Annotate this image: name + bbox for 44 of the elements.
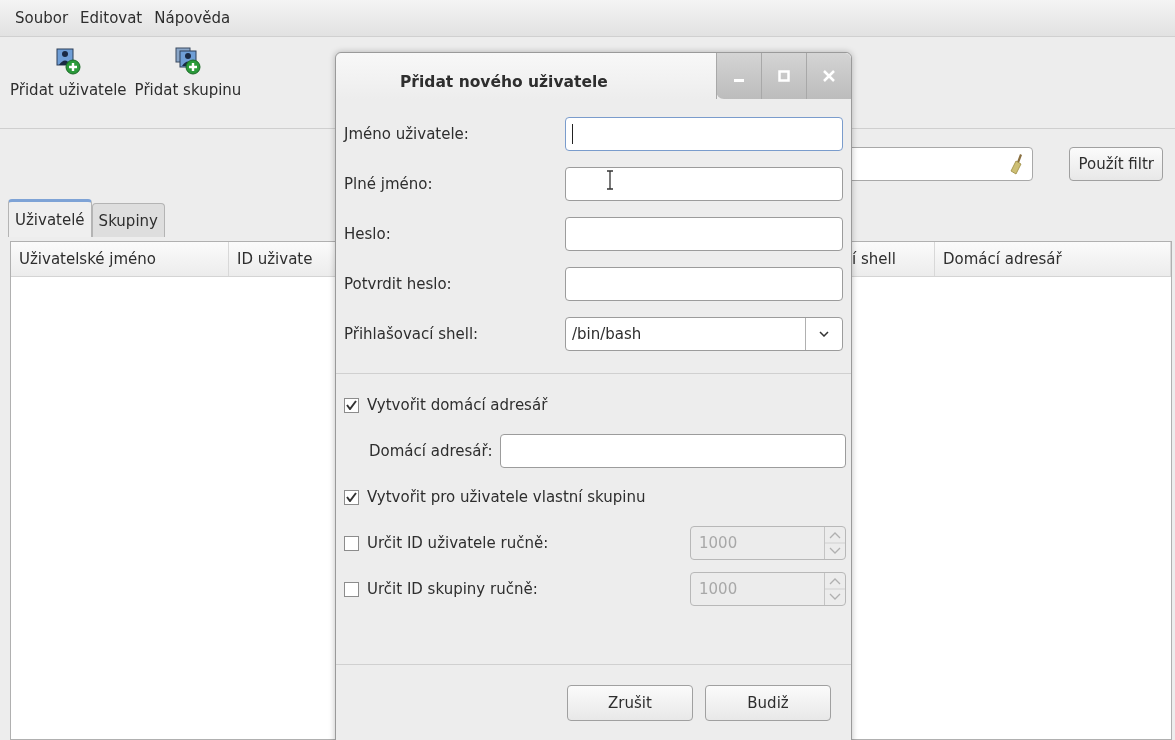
close-icon: [823, 70, 835, 82]
apply-filter-button[interactable]: Použít filtr: [1069, 147, 1163, 181]
menu-item[interactable]: Editovat: [75, 9, 148, 27]
chevron-down-icon: [819, 331, 829, 337]
checkbox-label: Vytvořit domácí adresář: [367, 396, 548, 414]
toolbar-button[interactable]: Přidat skupinu: [134, 47, 242, 99]
column-header[interactable]: Uživatelské jméno: [11, 242, 229, 276]
user-add-icon: [55, 47, 82, 75]
group-add-icon: [174, 47, 201, 75]
text-field[interactable]: [565, 267, 843, 301]
toolbar-button[interactable]: Přidat uživatele: [10, 47, 127, 99]
text-field[interactable]: [565, 117, 843, 151]
column-header[interactable]: Domácí adresář: [935, 242, 1171, 276]
field-label: Potvrdit heslo:: [344, 275, 452, 293]
text-field[interactable]: [500, 434, 846, 468]
text-field[interactable]: [565, 167, 843, 201]
spin-arrows-icon: [824, 527, 845, 559]
maximize-icon: [778, 70, 790, 82]
checkmark-icon: [346, 492, 357, 502]
dialog-button[interactable]: Zrušit: [567, 685, 693, 721]
field-label: Přihlašovací shell:: [344, 325, 479, 343]
broom-icon: [1010, 153, 1025, 175]
dialog-button[interactable]: Budiž: [705, 685, 831, 721]
tab[interactable]: Uživatelé: [8, 199, 92, 237]
checkbox-label: Určit ID uživatele ručně:: [367, 534, 549, 552]
checkbox-label: Vytvořit pro uživatele vlastní skupinu: [367, 488, 646, 506]
shell-select[interactable]: /bin/bash: [565, 317, 843, 351]
checkbox[interactable]: [344, 397, 359, 413]
text-field[interactable]: [565, 217, 843, 251]
field-label: Jméno uživatele:: [344, 125, 469, 143]
minimize-icon: [734, 79, 744, 82]
checkmark-icon: [346, 400, 357, 410]
tab[interactable]: Skupiny: [91, 203, 165, 237]
field-label: Plné jméno:: [344, 175, 433, 193]
field-label: Heslo:: [344, 225, 391, 243]
dialog-title: Přidat nového uživatele: [400, 73, 608, 91]
menu-item[interactable]: Soubor: [10, 9, 74, 27]
text-cursor-icon: [606, 170, 614, 190]
field-label: Domácí adresář:: [369, 442, 493, 460]
checkbox-label: Určit ID skupiny ručně:: [367, 580, 538, 598]
spin-arrows-icon: [824, 573, 845, 605]
menu-item[interactable]: Nápověda: [149, 9, 236, 27]
text-caret: [572, 124, 573, 144]
checkbox[interactable]: [344, 489, 359, 505]
